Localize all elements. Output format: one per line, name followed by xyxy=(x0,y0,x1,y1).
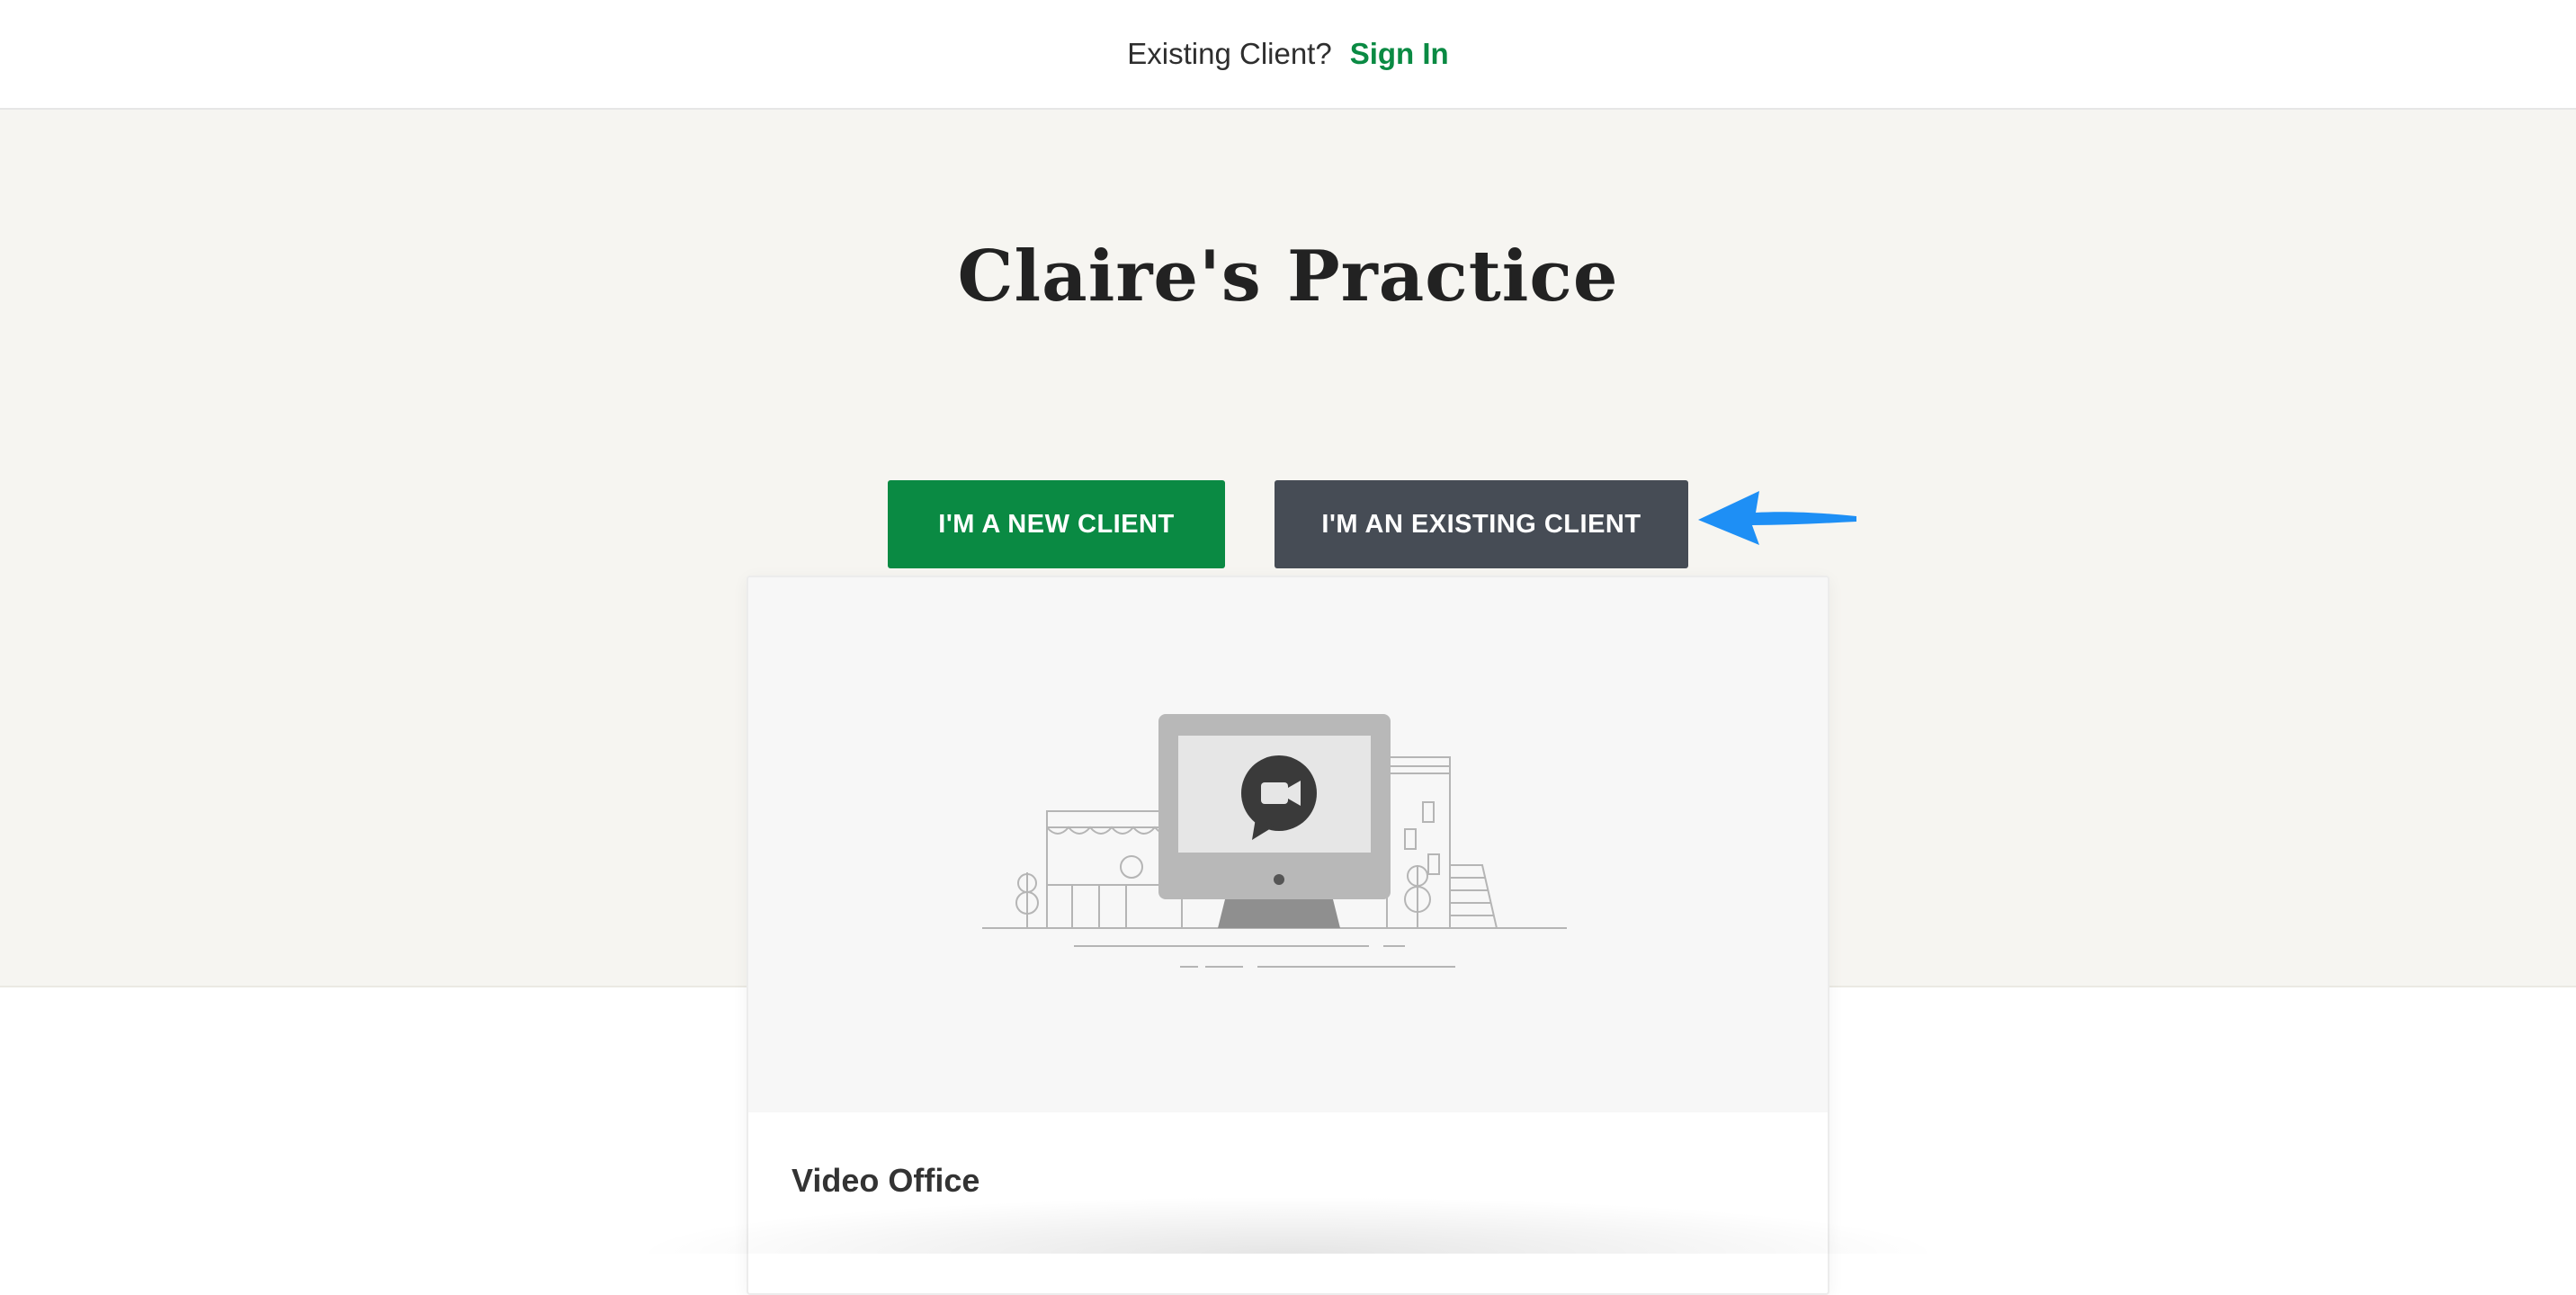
annotation-arrow-icon xyxy=(1698,491,1856,545)
page-title: Claire's Practice xyxy=(957,236,1619,317)
card-media xyxy=(748,577,1828,1112)
top-bar: Existing Client? Sign In xyxy=(0,0,2576,110)
video-office-card[interactable]: Video Office xyxy=(747,576,1829,1295)
new-client-button[interactable]: I'M A NEW CLIENT xyxy=(888,480,1225,568)
sign-in-link[interactable]: Sign In xyxy=(1350,37,1449,71)
existing-client-prompt: Existing Client? xyxy=(1127,37,1332,70)
existing-client-button[interactable]: I'M AN EXISTING CLIENT xyxy=(1275,480,1688,568)
video-office-illustration-icon xyxy=(982,714,1567,968)
card-title: Video Office xyxy=(792,1162,980,1199)
